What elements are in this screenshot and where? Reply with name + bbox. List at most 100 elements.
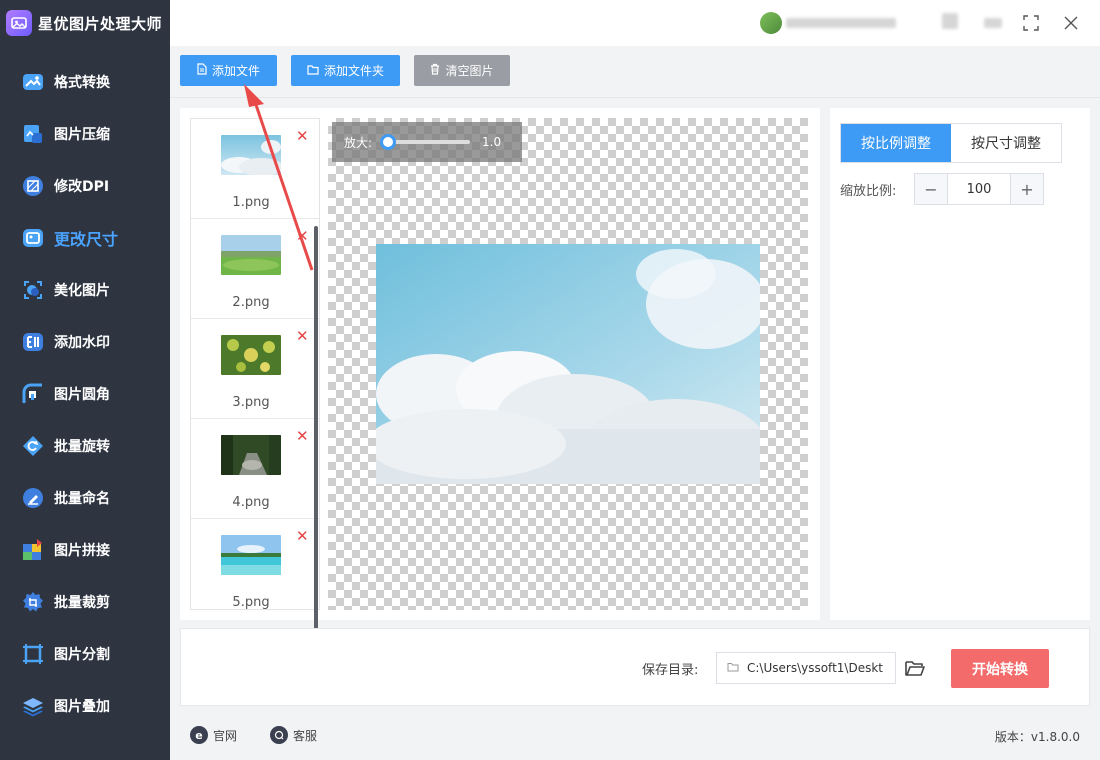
open-folder-icon[interactable] [903, 656, 927, 680]
file-name: 2.png [232, 295, 270, 310]
add-file-label: 添加文件 [211, 64, 260, 78]
sidebar-item-label: 图片叠加 [54, 699, 110, 715]
browser-icon: e [190, 726, 208, 744]
chat-icon [270, 726, 288, 744]
sidebar-item-crop[interactable]: 批量裁剪 [0, 576, 170, 628]
watermark-icon [20, 329, 46, 355]
list-item[interactable]: 5.png ✕ [191, 519, 319, 610]
decrease-button[interactable]: − [915, 174, 947, 204]
sidebar-item-label: 格式转换 [54, 75, 110, 91]
scale-label: 缩放比例: [840, 184, 897, 199]
file-name: 4.png [232, 495, 270, 510]
sidebar-item-compress[interactable]: 图片压缩 [0, 108, 170, 160]
sidebar-item-label: 修改DPI [54, 179, 110, 195]
thumbnail-forest-stream [221, 435, 281, 475]
list-item[interactable]: 3.png ✕ [191, 319, 319, 419]
add-file-button[interactable]: 添加文件 [180, 55, 277, 86]
zoom-control: 放大: 1.0 [332, 122, 522, 162]
file-icon [197, 63, 207, 78]
app-logo-icon [6, 10, 32, 36]
thumbnail-yellow-flowers [221, 335, 281, 375]
zoom-slider-handle[interactable] [380, 134, 397, 150]
sidebar-item-watermark[interactable]: 添加水印 [0, 316, 170, 368]
remove-file-icon[interactable]: ✕ [296, 329, 309, 344]
sidebar-item-rounded-corner[interactable]: 图片圆角 [0, 368, 170, 420]
compress-icon [20, 121, 46, 147]
scale-input[interactable]: 100 [947, 174, 1011, 204]
list-item[interactable]: 1.png ✕ [191, 119, 319, 219]
folder-icon [307, 64, 319, 78]
sidebar-item-label: 批量旋转 [54, 439, 110, 455]
sidebar-item-puzzle[interactable]: 图片拼接 [0, 524, 170, 576]
thumbnail-meadow [221, 235, 281, 275]
rename-icon [20, 485, 46, 511]
sidebar-item-format-convert[interactable]: 格式转换 [0, 56, 170, 108]
rotate-icon [20, 433, 46, 459]
tab-resize-by-size[interactable]: 按尺寸调整 [951, 124, 1061, 162]
puzzle-icon [20, 537, 46, 563]
file-name: 3.png [232, 395, 270, 410]
support-link[interactable]: 客服 [270, 726, 317, 744]
save-directory-field[interactable]: C:\Users\yssoft1\Deskt [716, 652, 896, 684]
remove-file-icon[interactable]: ✕ [296, 529, 309, 544]
save-directory-label: 保存目录: [642, 663, 699, 678]
zoom-label: 放大: [344, 135, 373, 150]
status-bar: e 官网 客服 版本：v1.8.0.0 [170, 712, 1100, 760]
account-info-blurred-3 [984, 18, 1002, 28]
sidebar-item-label: 添加水印 [54, 335, 110, 351]
beautify-icon [20, 277, 46, 303]
title-bar [170, 0, 1100, 46]
rounded-corner-icon [20, 381, 46, 407]
preview-image-sky-clouds [376, 244, 760, 484]
sidebar-item-rename[interactable]: 批量命名 [0, 472, 170, 524]
app-title-bar: 星优图片处理大师 [0, 0, 170, 46]
sidebar-item-layers[interactable]: 图片叠加 [0, 680, 170, 732]
increase-button[interactable]: + [1011, 174, 1043, 204]
toolbar: 添加文件 添加文件夹 清空图片 [170, 46, 1100, 98]
resize-mode-toggle: 按比例调整 按尺寸调整 [840, 123, 1062, 163]
sidebar-item-dpi[interactable]: 修改DPI [0, 160, 170, 212]
zoom-slider[interactable] [380, 134, 471, 150]
trash-icon [430, 63, 440, 78]
sidebar: 星优图片处理大师 格式转换 图片压缩 修改DPI 更改尺寸 美化图片 添加水印 … [0, 0, 170, 760]
sidebar-item-rotate[interactable]: 批量旋转 [0, 420, 170, 472]
workspace-panel: 1.png ✕ 2.png ✕ 3.png ✕ 4.png ✕ 5.png ✕ … [180, 108, 820, 630]
remove-file-icon[interactable]: ✕ [296, 129, 309, 144]
list-item[interactable]: 2.png ✕ [191, 219, 319, 319]
sidebar-item-label: 图片拼接 [54, 543, 110, 559]
remove-file-icon[interactable]: ✕ [296, 229, 309, 244]
scale-stepper: − 100 + [914, 173, 1044, 205]
file-name: 5.png [232, 595, 270, 610]
tab-resize-by-ratio[interactable]: 按比例调整 [841, 124, 951, 162]
support-label: 客服 [293, 728, 318, 743]
list-item[interactable]: 4.png ✕ [191, 419, 319, 519]
sidebar-item-resize[interactable]: 更改尺寸 [0, 212, 170, 264]
save-directory-path: C:\Users\yssoft1\Deskt [747, 661, 883, 675]
layers-icon [20, 693, 46, 719]
close-icon[interactable] [1058, 10, 1084, 36]
sidebar-item-beautify[interactable]: 美化图片 [0, 264, 170, 316]
website-link[interactable]: e 官网 [190, 726, 237, 744]
avatar[interactable] [760, 12, 782, 34]
folder-icon [727, 661, 739, 675]
dpi-icon [20, 173, 46, 199]
maximize-icon[interactable] [1018, 10, 1044, 36]
thumbnail-beach [221, 535, 281, 575]
sidebar-item-label: 批量命名 [54, 491, 110, 507]
add-folder-label: 添加文件夹 [323, 64, 384, 78]
sidebar-item-split[interactable]: 图片分割 [0, 628, 170, 680]
add-folder-button[interactable]: 添加文件夹 [291, 55, 400, 86]
split-icon [20, 641, 46, 667]
image-convert-icon [20, 69, 46, 95]
clear-images-button[interactable]: 清空图片 [414, 55, 510, 86]
settings-panel: 按比例调整 按尺寸调整 缩放比例: − 100 + [830, 108, 1090, 620]
sidebar-nav: 格式转换 图片压缩 修改DPI 更改尺寸 美化图片 添加水印 图片圆角 批量旋转… [0, 56, 170, 732]
account-info-blurred [786, 18, 896, 28]
remove-file-icon[interactable]: ✕ [296, 429, 309, 444]
file-list: 1.png ✕ 2.png ✕ 3.png ✕ 4.png ✕ 5.png ✕ [190, 118, 320, 610]
website-label: 官网 [213, 728, 238, 743]
file-list-scrollbar[interactable] [314, 226, 318, 630]
thumbnail-sky-clouds [221, 135, 281, 175]
start-convert-button[interactable]: 开始转换 [951, 649, 1049, 688]
sidebar-item-label: 图片圆角 [54, 387, 110, 403]
